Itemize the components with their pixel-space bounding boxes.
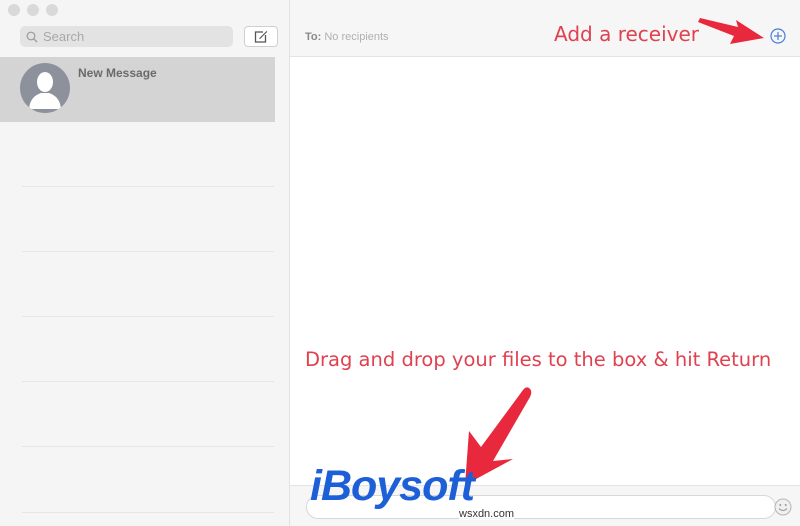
recipients-placeholder: No recipients: [324, 31, 389, 43]
arrow-right-icon: [698, 18, 764, 44]
compose-icon: [254, 31, 268, 43]
person-silhouette-icon: [29, 72, 61, 109]
add-receiver-annotation: Add a receiver: [554, 22, 699, 46]
close-window-button[interactable]: [8, 4, 20, 16]
iboysoft-logo: iBoysoft: [310, 462, 475, 510]
search-input[interactable]: [43, 29, 223, 44]
conversation-pane: To: No recipients Add a receiver Drag an…: [290, 0, 800, 526]
emoji-icon[interactable]: [774, 498, 792, 516]
compose-button[interactable]: [244, 26, 278, 47]
window-controls: [8, 4, 58, 16]
list-divider: [22, 251, 274, 252]
to-label: To:: [305, 31, 322, 43]
conversation-name: New Message: [78, 66, 157, 80]
zoom-window-button[interactable]: [46, 4, 58, 16]
search-field[interactable]: [20, 26, 233, 47]
plus-circle-icon[interactable]: [770, 28, 786, 44]
recipients-field[interactable]: To: No recipients: [305, 31, 389, 43]
drag-drop-annotation: Drag and drop your files to the box & hi…: [305, 348, 772, 371]
list-divider: [22, 186, 274, 187]
list-divider: [22, 381, 274, 382]
watermark: wsxdn.com: [459, 508, 515, 520]
avatar: [20, 63, 70, 113]
conversation-item[interactable]: New Message: [0, 57, 275, 122]
minimize-window-button[interactable]: [27, 4, 39, 16]
list-divider: [22, 512, 274, 513]
list-divider: [22, 446, 274, 447]
sidebar: New Message: [0, 0, 290, 526]
list-divider: [22, 316, 274, 317]
search-icon: [26, 31, 38, 42]
